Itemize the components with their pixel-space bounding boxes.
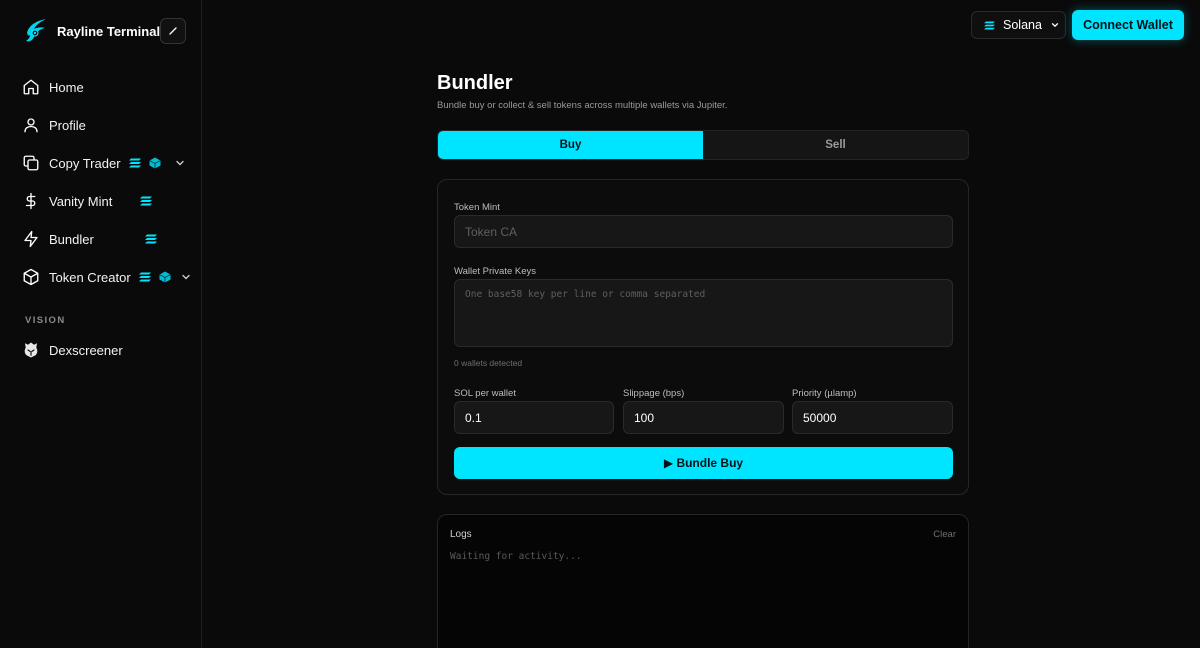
cube-icon — [158, 271, 171, 283]
wallets-detected-count: 0 wallets detected — [454, 358, 523, 368]
bolt-icon — [22, 230, 40, 248]
chevron-down-icon — [1051, 23, 1059, 28]
sidebar-item-label: Token Creator — [49, 269, 131, 285]
tab-sell[interactable]: Sell — [703, 131, 968, 159]
sidebar-item-vanity-mint[interactable]: Vanity Mint — [0, 182, 202, 220]
sidebar-item-label: Profile — [49, 117, 86, 133]
pencil-icon — [169, 27, 177, 35]
solana-icon — [138, 272, 151, 282]
logs-title: Logs — [450, 529, 472, 540]
sidebar-nav: Home Profile Copy Trader Vanity Mint Bun… — [0, 68, 202, 296]
brand-name: Rayline Terminal — [57, 23, 161, 39]
logs-empty-text: Waiting for activity... — [450, 551, 582, 562]
tab-buy[interactable]: Buy — [438, 131, 703, 159]
sidebar-nav-vision: Dexscreener — [0, 331, 202, 369]
wallet-keys-label: Wallet Private Keys — [454, 266, 537, 277]
sidebar: Rayline Terminal Home Profile Copy Trade… — [0, 0, 202, 648]
solana-icon — [128, 158, 141, 168]
logs-panel: Logs Clear Waiting for activity... — [437, 514, 969, 648]
logs-clear-button[interactable]: Clear — [933, 529, 956, 540]
token-mint-input[interactable]: Token CA — [454, 215, 953, 248]
sidebar-item-label: Copy Trader — [49, 155, 121, 171]
sidebar-item-home[interactable]: Home — [0, 68, 202, 106]
token-mint-label: Token Mint — [454, 202, 500, 213]
chevron-down-icon[interactable] — [180, 271, 192, 283]
solana-icon — [144, 234, 157, 244]
chain-badges — [140, 196, 153, 206]
connect-wallet-button[interactable]: Connect Wallet — [1072, 10, 1184, 40]
sidebar-item-dexscreener[interactable]: Dexscreener — [0, 331, 202, 369]
chain-badges — [144, 234, 157, 244]
page-title: Bundler — [437, 72, 513, 94]
sol-per-wallet-label: SOL per wallet — [454, 388, 516, 399]
chain-select[interactable]: Solana — [971, 11, 1066, 39]
bundle-form-card: Token Mint Token CA Wallet Private Keys … — [437, 179, 969, 495]
sidebar-item-token-creator[interactable]: Token Creator — [0, 258, 202, 296]
chain-badges — [128, 157, 161, 169]
chain-badges — [138, 271, 171, 283]
dexscreener-icon — [22, 341, 40, 359]
home-icon — [22, 78, 40, 96]
copy-icon — [22, 154, 40, 172]
sidebar-item-label: Vanity Mint — [49, 193, 113, 209]
slippage-input[interactable]: 100 — [623, 401, 784, 434]
chain-select-label: Solana — [1003, 18, 1042, 32]
sidebar-collapse-button[interactable] — [160, 18, 186, 44]
solana-icon — [140, 196, 153, 206]
dollar-icon — [22, 192, 40, 210]
section-label-vision: VISION — [25, 315, 66, 326]
page-subtitle: Bundle buy or collect & sell tokens acro… — [437, 100, 728, 111]
box-icon — [22, 268, 40, 286]
priority-input[interactable]: 50000 — [792, 401, 953, 434]
sidebar-item-bundler[interactable]: Bundler — [0, 220, 202, 258]
rayline-logo-icon — [24, 17, 48, 45]
sidebar-item-copy-trader[interactable]: Copy Trader — [0, 144, 202, 182]
cube-icon — [148, 157, 161, 169]
bundle-buy-button[interactable]: ▶ Bundle Buy — [454, 447, 953, 479]
mode-tabs: Buy Sell — [437, 130, 969, 160]
sidebar-item-label: Dexscreener — [49, 342, 123, 358]
sidebar-item-label: Home — [49, 79, 84, 95]
solana-icon — [984, 20, 995, 30]
priority-label: Priority (µlamp) — [792, 388, 857, 399]
chevron-down-icon[interactable] — [174, 157, 186, 169]
sol-per-wallet-input[interactable]: 0.1 — [454, 401, 614, 434]
sidebar-item-profile[interactable]: Profile — [0, 106, 202, 144]
slippage-label: Slippage (bps) — [623, 388, 685, 399]
wallet-keys-textarea[interactable]: One base58 key per line or comma separat… — [454, 279, 953, 347]
user-icon — [22, 116, 40, 134]
sidebar-item-label: Bundler — [49, 231, 94, 247]
